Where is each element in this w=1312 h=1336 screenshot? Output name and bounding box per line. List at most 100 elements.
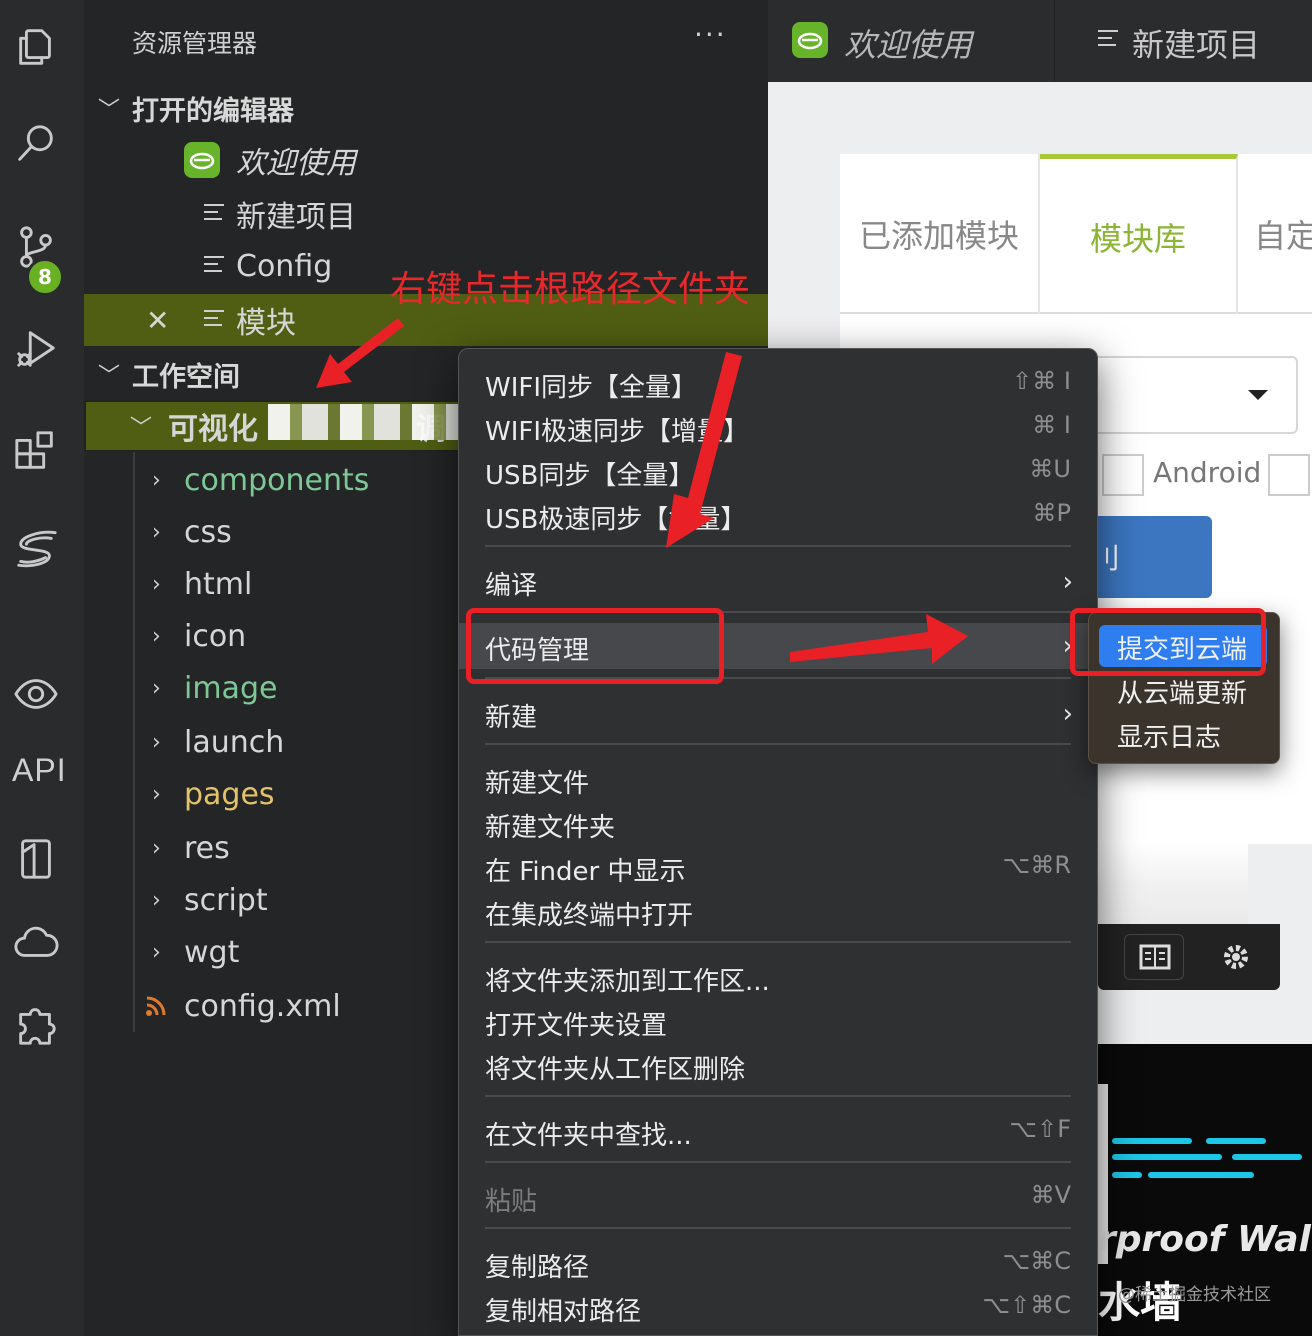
explorer-title: 资源管理器 bbox=[132, 29, 258, 58]
folder-label: res bbox=[184, 830, 230, 866]
folder-label: wgt bbox=[184, 934, 240, 970]
menu-item-label: 复制相对路径 bbox=[485, 1297, 642, 1327]
tab-label: 新建项目 bbox=[1132, 26, 1261, 64]
menu-item-shortcut: ⌘U bbox=[1029, 455, 1071, 483]
menu-item-label: 新建文件 bbox=[485, 769, 590, 799]
folder-label: icon bbox=[184, 618, 247, 654]
decor-line bbox=[1112, 1138, 1192, 1144]
run-debug-icon[interactable] bbox=[10, 320, 62, 376]
menu-item-add-folder-to-workspace[interactable]: 将文件夹添加到工作区... bbox=[459, 955, 1097, 999]
decor-line bbox=[1206, 1138, 1266, 1144]
menu-item-compile[interactable]: 编译 › bbox=[459, 559, 1097, 603]
menu-item-label: 在 Finder 中显示 bbox=[485, 857, 686, 887]
highlight-box-commit bbox=[1070, 608, 1266, 676]
open-editor-label: 欢迎使用 bbox=[236, 146, 356, 181]
close-icon[interactable]: ✕ bbox=[146, 304, 169, 337]
menu-item-label: 编译 bbox=[485, 571, 538, 601]
menu-item-new-folder[interactable]: 新建文件夹 bbox=[459, 801, 1097, 845]
tab-label: 欢迎使用 bbox=[844, 26, 973, 64]
chevron-right-icon: › bbox=[152, 835, 161, 861]
preview-eye-icon[interactable] bbox=[10, 666, 62, 722]
folder-label: pages bbox=[184, 776, 275, 812]
menu-item-label: 粘贴 bbox=[485, 1187, 538, 1217]
menu-item-label: 将文件夹从工作区删除 bbox=[485, 1055, 746, 1085]
menu-item-label: USB极速同步【增量】 bbox=[485, 505, 747, 535]
chevron-right-icon: › bbox=[152, 675, 161, 701]
menu-item-shortcut: ⇧⌘ I bbox=[1012, 367, 1071, 395]
lines-icon bbox=[1098, 30, 1118, 52]
checkbox[interactable] bbox=[1102, 454, 1144, 496]
activity-bar: 8 API bbox=[0, 0, 84, 1336]
folder-label: components bbox=[184, 462, 370, 498]
menu-item-find-in-folder[interactable]: 在文件夹中查找... ⌥⇧F bbox=[459, 1109, 1097, 1153]
folder-label: launch bbox=[184, 724, 285, 760]
phone-frame-icon[interactable] bbox=[10, 830, 62, 886]
android-label: Android bbox=[1153, 456, 1262, 489]
menu-separator bbox=[485, 545, 1071, 547]
chevron-right-icon: › bbox=[1062, 567, 1073, 597]
menu-item-wifi-sync-fast[interactable]: WIFI极速同步【增量】 ⌘ I bbox=[459, 405, 1097, 449]
files-icon[interactable] bbox=[10, 18, 62, 74]
chevron-right-icon: › bbox=[152, 939, 161, 965]
chevron-right-icon: › bbox=[152, 781, 161, 807]
open-editor-label: Config bbox=[236, 248, 333, 284]
menu-item-label: 在集成终端中打开 bbox=[485, 901, 694, 931]
menu-item-remove-folder[interactable]: 将文件夹从工作区删除 bbox=[459, 1043, 1097, 1087]
gear-icon[interactable] bbox=[1206, 934, 1266, 980]
layout-icon[interactable] bbox=[1124, 934, 1184, 980]
menu-item-wifi-sync-full[interactable]: WIFI同步【全量】 ⇧⌘ I bbox=[459, 361, 1097, 405]
menu-separator bbox=[485, 1095, 1071, 1097]
annotation-text: 右键点击根路径文件夹 bbox=[390, 269, 751, 310]
menu-item-open-terminal[interactable]: 在集成终端中打开 bbox=[459, 889, 1097, 933]
chevron-right-icon: › bbox=[152, 623, 161, 649]
hbuilder-logo-icon bbox=[184, 142, 220, 178]
open-editor-item[interactable]: 欢迎使用 bbox=[84, 134, 768, 186]
tab-custom[interactable]: 自定 bbox=[1238, 154, 1312, 314]
rss-icon bbox=[146, 996, 166, 1016]
api-label[interactable]: API bbox=[12, 752, 67, 789]
menu-item-folder-settings[interactable]: 打开文件夹设置 bbox=[459, 999, 1097, 1043]
highlight-box-code-management bbox=[466, 608, 724, 684]
folder-label: css bbox=[184, 514, 232, 550]
tab-new-project[interactable]: 新建项目 bbox=[1056, 0, 1312, 82]
menu-item-copy-relative-path[interactable]: 复制相对路径 ⌥⇧⌘C bbox=[459, 1285, 1097, 1329]
menu-item-copy-path[interactable]: 复制路径 ⌥⌘C bbox=[459, 1241, 1097, 1285]
extensions-icon[interactable] bbox=[10, 422, 62, 478]
tab-module-library[interactable]: 模块库 bbox=[1040, 154, 1238, 314]
submenu-item-label: 从云端更新 bbox=[1117, 679, 1248, 709]
plugin-puzzle-icon[interactable] bbox=[10, 996, 62, 1052]
submenu-item-label: 显示日志 bbox=[1117, 723, 1222, 753]
menu-item-new-file[interactable]: 新建文件 bbox=[459, 757, 1097, 801]
menu-item-usb-sync-full[interactable]: USB同步【全量】 ⌘U bbox=[459, 449, 1097, 493]
workspace-label: 工作空间 bbox=[132, 361, 240, 393]
menu-item-shortcut: ⌘V bbox=[1030, 1181, 1071, 1209]
wall-text: rproof Wall bbox=[1098, 1219, 1312, 1260]
menu-item-new[interactable]: 新建 › bbox=[459, 691, 1097, 735]
checkbox[interactable] bbox=[1268, 454, 1310, 496]
open-editor-label: 模块 bbox=[236, 306, 296, 341]
menu-item-label: USB同步【全量】 bbox=[485, 461, 695, 491]
editor-tab-bar: 欢迎使用 新建项目 bbox=[768, 0, 1312, 82]
open-editors-label: 打开的编辑器 bbox=[132, 95, 294, 127]
watermark: @稀土掘金技术社区 bbox=[1118, 1285, 1271, 1305]
hbuilder-s-icon[interactable] bbox=[10, 520, 62, 576]
primary-button[interactable]: 刂 bbox=[1088, 516, 1212, 598]
search-icon[interactable] bbox=[10, 116, 62, 172]
chevron-down-icon bbox=[1248, 390, 1268, 400]
file-label: config.xml bbox=[184, 988, 341, 1024]
open-editor-item[interactable]: 新建项目 bbox=[84, 188, 768, 240]
menu-item-label: WIFI同步【全量】 bbox=[485, 373, 697, 403]
open-editors-header[interactable]: ﹀ 打开的编辑器 bbox=[84, 82, 768, 134]
submenu-item-show-log[interactable]: 显示日志 bbox=[1099, 713, 1267, 755]
cloud-icon[interactable] bbox=[10, 914, 62, 970]
menu-item-usb-sync-fast[interactable]: USB极速同步【增量】 ⌘P bbox=[459, 493, 1097, 537]
more-actions-button[interactable]: ··· bbox=[694, 18, 727, 51]
blurred-name-mosaic bbox=[268, 404, 458, 440]
folder-label: html bbox=[184, 566, 253, 602]
tab-welcome[interactable]: 欢迎使用 bbox=[768, 0, 1055, 82]
menu-item-label: 新建文件夹 bbox=[485, 813, 616, 843]
tab-added-modules[interactable]: 已添加模块 bbox=[840, 154, 1040, 314]
menu-item-reveal-in-finder[interactable]: 在 Finder 中显示 ⌥⌘R bbox=[459, 845, 1097, 889]
menu-item-label: 复制路径 bbox=[485, 1253, 590, 1283]
chevron-down-icon: ﹀ bbox=[98, 364, 121, 389]
